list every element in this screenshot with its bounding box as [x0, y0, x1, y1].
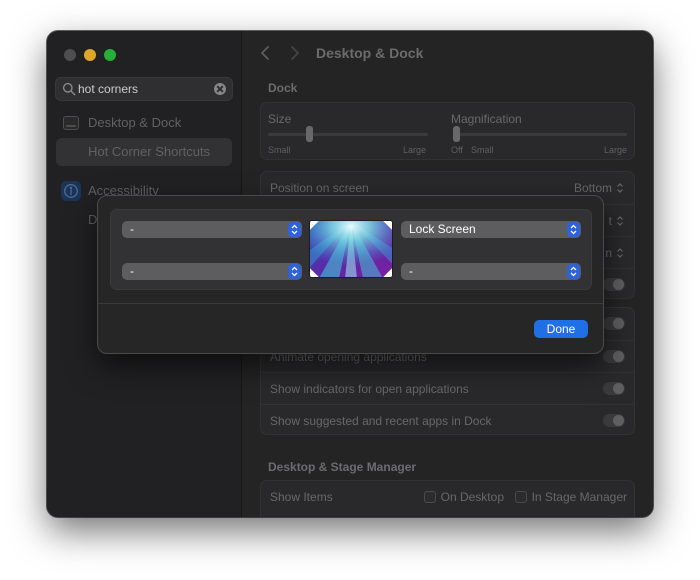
bottom-left-corner-popup[interactable]: - — [122, 263, 302, 280]
top-right-corner-popup[interactable]: Lock Screen — [401, 221, 581, 238]
desktop-wallpaper-preview — [309, 220, 393, 278]
top-left-corner-popup[interactable]: - — [122, 221, 302, 238]
done-button[interactable]: Done — [534, 320, 588, 338]
hot-corners-panel: - Lock Screen - - — [110, 209, 592, 290]
chevron-updown-icon — [288, 264, 301, 279]
chevron-updown-icon — [567, 264, 580, 279]
sheet-divider — [98, 303, 603, 304]
bottom-right-corner-popup[interactable]: - — [401, 263, 581, 280]
chevron-updown-icon — [288, 222, 301, 237]
chevron-updown-icon — [567, 222, 580, 237]
hot-corners-sheet: - Lock Screen - - Done — [97, 195, 604, 354]
